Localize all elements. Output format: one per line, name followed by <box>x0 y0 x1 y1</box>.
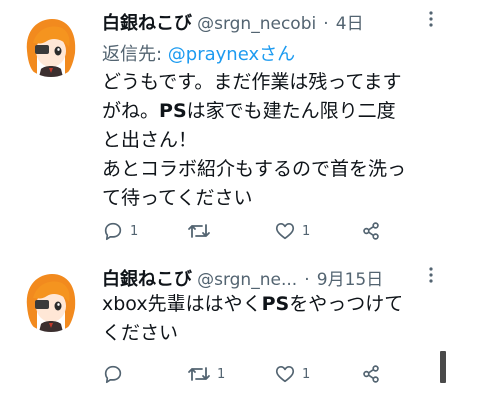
author-handle[interactable]: @srgn_necobi <box>197 14 316 34</box>
reply-mention-link[interactable]: @praynexさん <box>168 44 295 65</box>
reply-bubble-icon <box>104 365 122 384</box>
tweet-header: 白銀ねこび @srgn_necobi · 4日 <box>102 9 364 35</box>
reply-bubble-icon <box>104 222 122 241</box>
like-button[interactable]: 1 <box>274 362 310 386</box>
author-name[interactable]: 白銀ねこび <box>102 269 192 290</box>
separator-dot: · <box>323 14 329 34</box>
tweet-time[interactable]: 4日 <box>336 14 364 34</box>
reply-button[interactable]: 1 <box>102 219 138 243</box>
like-count: 1 <box>302 366 311 382</box>
share-nodes-icon <box>363 222 379 240</box>
retweet-count: 1 <box>217 366 226 382</box>
more-vertical-icon[interactable] <box>422 8 440 30</box>
tweet-actions: 1 1 <box>102 362 402 386</box>
like-count: 1 <box>302 223 311 239</box>
reply-count: 1 <box>130 223 139 239</box>
retweet-button[interactable] <box>187 219 217 243</box>
more-vertical-icon[interactable] <box>422 264 440 286</box>
reply-button[interactable] <box>102 362 130 386</box>
heart-outline-icon <box>275 366 295 383</box>
tweet-text-line: がね。PSは家でも建たん限り二度 <box>102 100 396 122</box>
author-name[interactable]: 白銀ねこび <box>102 13 192 34</box>
share-nodes-icon <box>363 365 379 383</box>
tweet[interactable]: 白銀ねこび @srgn_necobi · 4日 返信先: @praynexさん … <box>0 0 480 262</box>
tweet-header: 白銀ねこび @srgn_ne... · 9月15日 <box>102 265 383 291</box>
retweet-arrows-icon <box>188 224 210 238</box>
retweet-arrows-icon <box>188 367 210 381</box>
separator-dot: · <box>304 270 310 290</box>
retweet-button[interactable]: 1 <box>187 362 225 386</box>
tweet-text-line: ください <box>102 322 179 344</box>
tweet-text-line: あとコラボ紹介もするので首を洗っ <box>102 158 407 180</box>
tweet[interactable]: 白銀ねこび @srgn_ne... · 9月15日 xbox先輩ははやくPSをや… <box>0 262 480 400</box>
tweet-text-line: xbox先輩ははやくPSをやっつけて <box>102 293 404 315</box>
heart-outline-icon <box>275 223 295 240</box>
tweet-text-line: と出さん！ <box>102 129 198 151</box>
share-button[interactable] <box>360 362 382 386</box>
tweet-time[interactable]: 9月15日 <box>317 270 383 290</box>
like-button[interactable]: 1 <box>274 219 310 243</box>
tweet-actions: 1 1 <box>102 219 402 243</box>
share-button[interactable] <box>360 219 382 243</box>
avatar[interactable] <box>19 13 83 77</box>
tweet-text: どうもです。まだ作業は残ってます がね。PSは家でも建たん限り二度 と出さん！ … <box>102 68 457 213</box>
reply-context: 返信先: @praynexさん <box>102 40 295 66</box>
avatar[interactable] <box>19 268 83 332</box>
avatar-illustration <box>19 13 83 77</box>
avatar-illustration <box>19 268 83 332</box>
scrollbar-thumb[interactable] <box>440 351 446 383</box>
tweet-text-line: どうもです。まだ作業は残ってます <box>102 71 402 93</box>
tweet-text-line: て待ってください <box>102 187 253 209</box>
reply-prefix: 返信先: <box>102 44 168 65</box>
tweet-text: xbox先輩ははやくPSをやっつけて ください <box>102 290 457 348</box>
author-handle[interactable]: @srgn_ne... <box>197 270 297 290</box>
